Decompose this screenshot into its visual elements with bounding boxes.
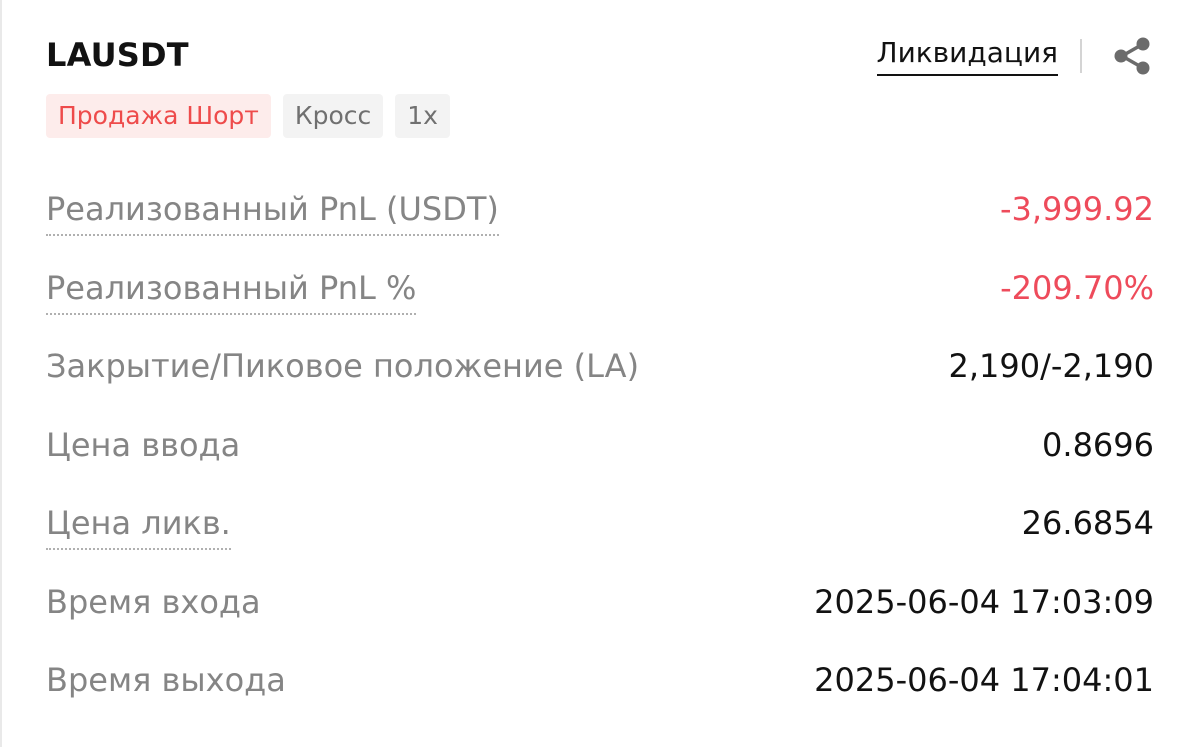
header-divider (1080, 39, 1082, 73)
header-actions: Ликвидация (876, 30, 1154, 82)
card-header: LAUSDT Ликвидация (46, 30, 1154, 82)
position-card: LAUSDT Ликвидация Продажа Шорт Кросс 1x … (0, 0, 1200, 747)
close-peak-position-value: 2,190/-2,190 (948, 347, 1154, 385)
row-entry-price: Цена ввода 0.8696 (46, 422, 1154, 482)
leverage-tag: 1x (395, 94, 450, 138)
side-tag: Продажа Шорт (46, 94, 271, 138)
row-entry-time: Время входа 2025-06-04 17:03:09 (46, 579, 1154, 639)
position-tags: Продажа Шорт Кросс 1x (46, 94, 450, 138)
row-liquidation-price: Цена ликв. 26.6854 (46, 500, 1154, 560)
share-icon (1114, 37, 1150, 75)
liquidation-link[interactable]: Ликвидация (876, 37, 1058, 77)
entry-time-label: Время входа (46, 583, 261, 621)
row-close-peak-position: Закрытие/Пиковое положение (LA) 2,190/-2… (46, 343, 1154, 403)
liquidation-price-value: 26.6854 (1021, 504, 1154, 542)
symbol-title: LAUSDT (46, 36, 189, 74)
exit-time-value: 2025-06-04 17:04:01 (814, 661, 1154, 699)
realized-pnl-usdt-value: -3,999.92 (999, 190, 1154, 228)
row-realized-pnl-percent: Реализованный PnL % -209.70% (46, 265, 1154, 325)
realized-pnl-percent-label[interactable]: Реализованный PnL % (46, 269, 417, 315)
realized-pnl-usdt-label[interactable]: Реализованный PnL (USDT) (46, 190, 499, 236)
entry-price-value: 0.8696 (1042, 426, 1154, 464)
entry-time-value: 2025-06-04 17:03:09 (814, 583, 1154, 621)
close-peak-position-label: Закрытие/Пиковое положение (LA) (46, 347, 640, 385)
row-exit-time: Время выхода 2025-06-04 17:04:01 (46, 657, 1154, 717)
card-left-border (0, 0, 2, 747)
share-button[interactable] (1110, 34, 1154, 78)
realized-pnl-percent-value: -209.70% (1000, 269, 1154, 307)
liquidation-price-label[interactable]: Цена ликв. (46, 504, 231, 550)
row-realized-pnl-usdt: Реализованный PnL (USDT) -3,999.92 (46, 186, 1154, 246)
margin-mode-tag: Кросс (282, 94, 384, 138)
entry-price-label: Цена ввода (46, 426, 241, 464)
exit-time-label: Время выхода (46, 661, 286, 699)
